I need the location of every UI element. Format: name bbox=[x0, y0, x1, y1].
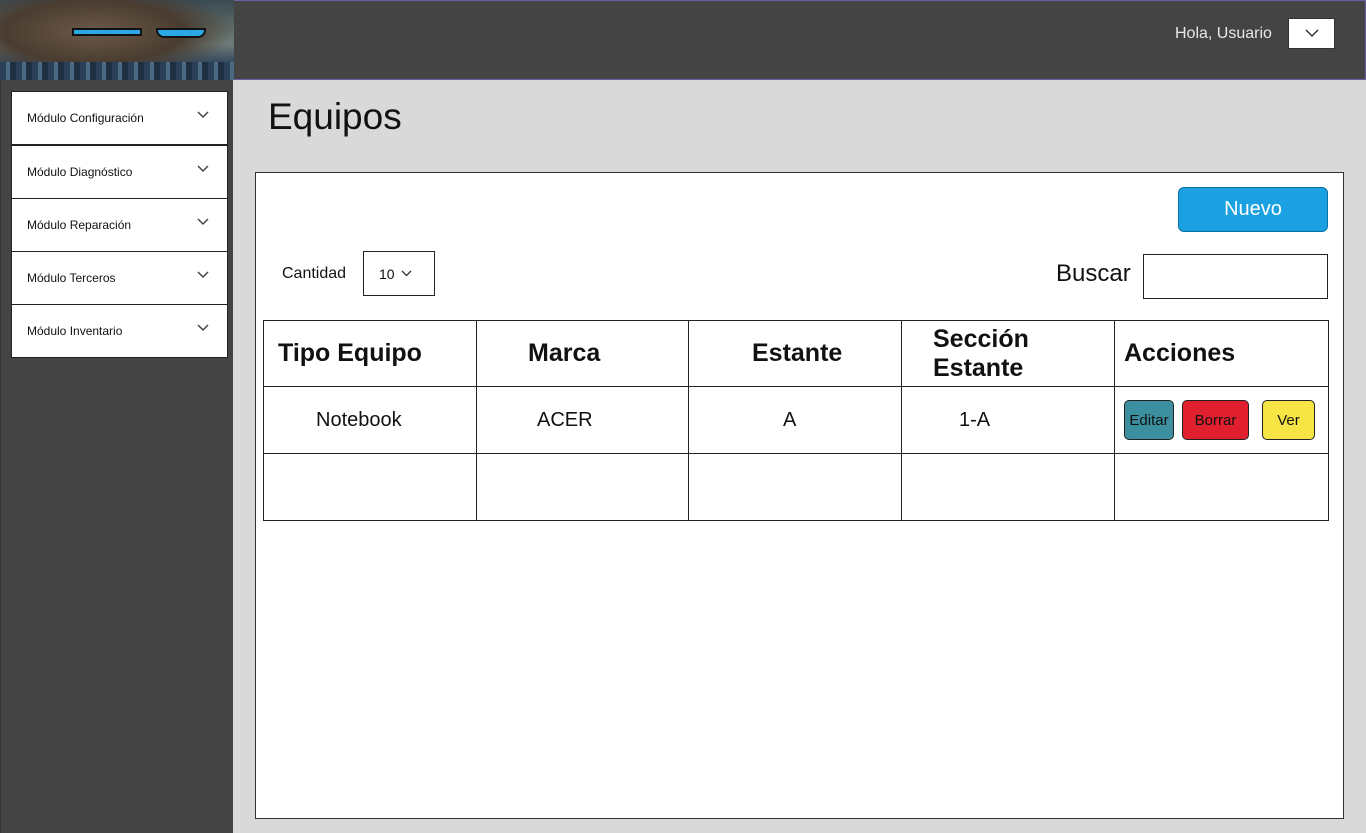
column-header-tipo: Tipo Equipo bbox=[263, 320, 477, 387]
cell-tipo: Notebook bbox=[263, 386, 477, 454]
chevron-down-icon bbox=[197, 218, 209, 226]
quantity-select[interactable]: 10 bbox=[363, 251, 435, 296]
sidebar-item-label: Módulo Terceros bbox=[27, 271, 116, 285]
search-input[interactable] bbox=[1143, 254, 1328, 299]
view-button[interactable]: Ver bbox=[1262, 400, 1315, 440]
user-greeting: Hola, Usuario bbox=[1175, 25, 1272, 42]
user-menu-dropdown[interactable] bbox=[1288, 18, 1335, 49]
cell-acciones: Editar Borrar Ver bbox=[1114, 386, 1329, 454]
sidebar-item-label: Módulo Inventario bbox=[27, 324, 123, 338]
sidebar-item-diagnostico[interactable]: Módulo Diagnóstico bbox=[11, 145, 228, 199]
sidebar-item-label: Módulo Reparación bbox=[27, 218, 132, 232]
content-panel: Nuevo Cantidad 10 Buscar Tipo Equipo Mar… bbox=[255, 172, 1344, 819]
page-title: Equipos bbox=[268, 96, 402, 137]
cell-empty bbox=[1114, 453, 1329, 521]
quantity-label: Cantidad bbox=[282, 265, 347, 282]
cell-empty bbox=[688, 453, 902, 521]
chevron-down-icon bbox=[401, 270, 412, 277]
search-label: Buscar bbox=[1056, 260, 1131, 287]
sidebar-item-terceros[interactable]: Módulo Terceros bbox=[11, 251, 228, 305]
column-header-seccion: Sección Estante bbox=[901, 320, 1115, 387]
sidebar-item-label: Módulo Configuración bbox=[27, 111, 144, 125]
chevron-down-icon bbox=[197, 165, 209, 173]
column-header-marca: Marca bbox=[476, 320, 689, 387]
column-header-acciones: Acciones bbox=[1114, 320, 1329, 387]
cell-seccion: 1-A bbox=[901, 386, 1115, 454]
chevron-down-icon bbox=[197, 271, 209, 279]
sidebar: Módulo Configuración Módulo Diagnóstico … bbox=[0, 80, 233, 833]
table-header-row: Tipo Equipo Marca Estante Sección Estant… bbox=[263, 320, 1329, 387]
cell-marca: ACER bbox=[476, 386, 689, 454]
sidebar-item-inventario[interactable]: Módulo Inventario bbox=[11, 304, 228, 358]
panel-scroll-gutter bbox=[1344, 154, 1366, 833]
cell-empty bbox=[263, 453, 477, 521]
sidebar-item-reparacion[interactable]: Módulo Reparación bbox=[11, 198, 228, 252]
app-logo bbox=[0, 0, 234, 80]
delete-button[interactable]: Borrar bbox=[1182, 400, 1249, 440]
cell-estante: A bbox=[688, 386, 902, 454]
table-row: Notebook ACER A 1-A Editar Borrar Ver bbox=[263, 386, 1329, 454]
cell-empty bbox=[901, 453, 1115, 521]
cell-empty bbox=[476, 453, 689, 521]
equipment-table: Tipo Equipo Marca Estante Sección Estant… bbox=[263, 320, 1329, 521]
table-row bbox=[263, 453, 1329, 521]
top-bar: Hola, Usuario bbox=[234, 0, 1366, 80]
quantity-value: 10 bbox=[379, 265, 395, 282]
chevron-down-icon bbox=[1304, 29, 1319, 38]
edit-button[interactable]: Editar bbox=[1124, 400, 1174, 440]
column-header-estante: Estante bbox=[688, 320, 902, 387]
chevron-down-icon bbox=[197, 324, 209, 332]
sidebar-item-configuracion[interactable]: Módulo Configuración bbox=[11, 91, 228, 145]
chevron-down-icon bbox=[197, 111, 209, 119]
sidebar-item-label: Módulo Diagnóstico bbox=[27, 165, 133, 179]
new-button[interactable]: Nuevo bbox=[1178, 187, 1328, 232]
